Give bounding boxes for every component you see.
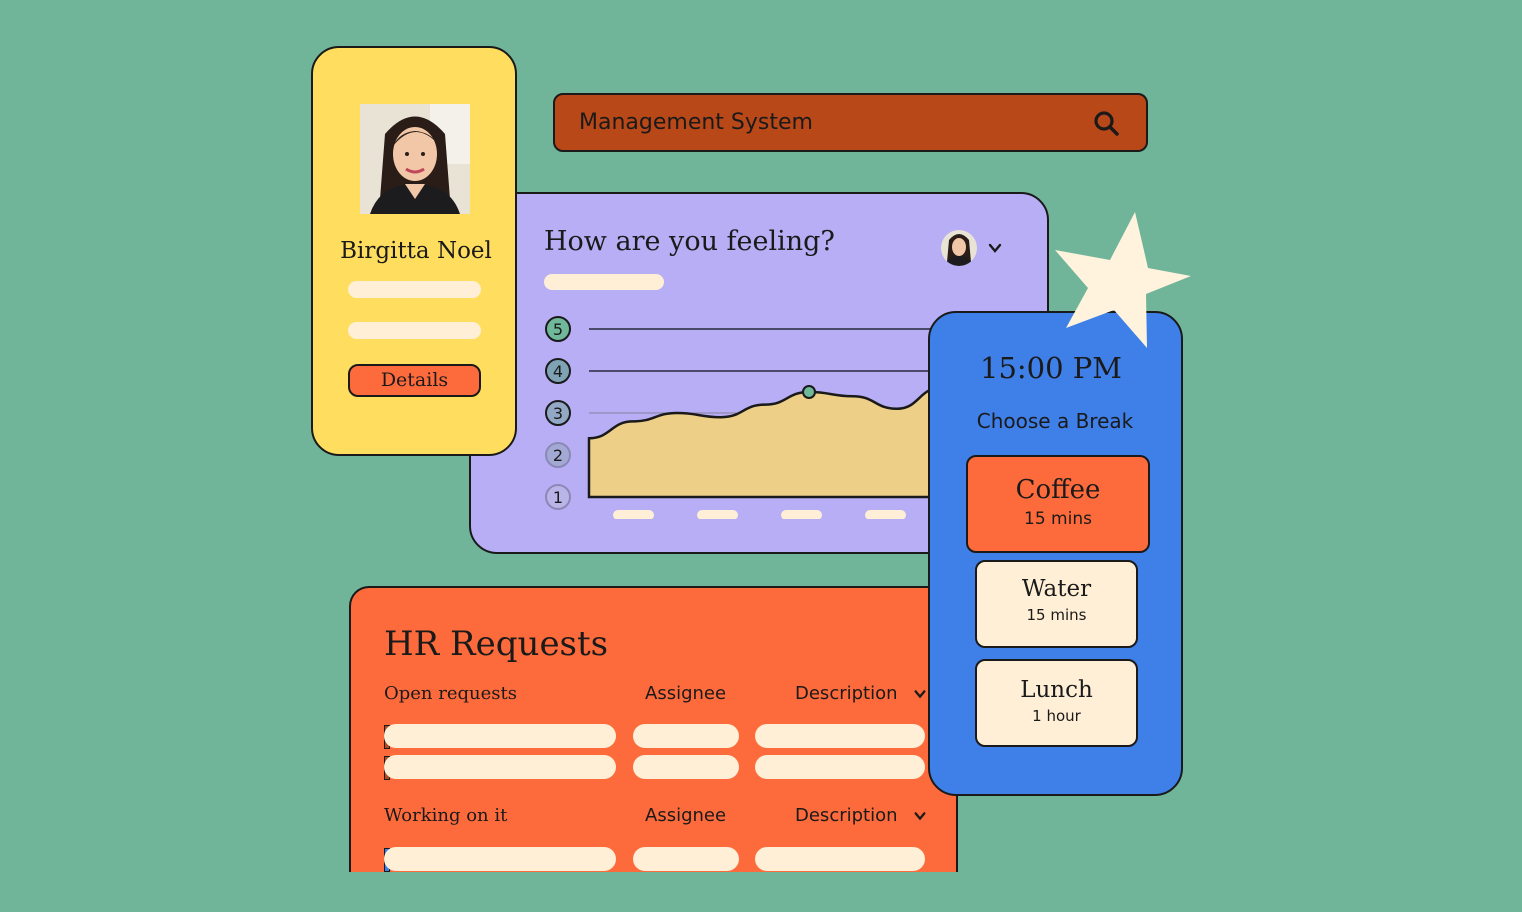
section-label-open: Open requests — [384, 683, 517, 704]
search-bar[interactable]: Management System — [553, 93, 1148, 152]
table-cell[interactable] — [633, 755, 739, 779]
avatar — [360, 104, 470, 214]
chevron-down-icon[interactable] — [913, 687, 927, 701]
break-option-title: Water — [1021, 576, 1092, 602]
chevron-down-icon[interactable] — [987, 240, 1003, 256]
profile-info-placeholder — [348, 281, 481, 298]
break-card: 15:00 PM Choose a Break Coffee 15 mins W… — [928, 311, 1183, 796]
table-row[interactable] — [384, 724, 616, 748]
scale-label: 4 — [553, 362, 563, 381]
profile-name: Birgitta Noel — [340, 238, 492, 264]
scale-label: 1 — [553, 488, 563, 507]
break-subtitle: Choose a Break — [976, 409, 1134, 433]
table-cell[interactable] — [755, 755, 925, 779]
table-row[interactable] — [384, 755, 616, 779]
x-tick-placeholder — [865, 510, 906, 519]
hr-requests-card: HR Requests Open requests Assignee Descr… — [349, 586, 958, 872]
scale-label: 3 — [553, 404, 563, 423]
x-tick-placeholder — [781, 510, 822, 519]
mood-area — [587, 386, 943, 499]
x-tick-placeholder — [697, 510, 738, 519]
column-header-assignee: Assignee — [645, 805, 727, 826]
mood-subtitle-placeholder — [544, 274, 664, 290]
break-option-lunch[interactable]: Lunch 1 hour — [975, 659, 1138, 747]
scale-label: 2 — [553, 446, 563, 465]
column-header-description-label: Description — [795, 805, 898, 826]
break-option-duration: 15 mins — [1024, 509, 1092, 529]
column-header-assignee: Assignee — [645, 683, 727, 704]
table-row[interactable] — [384, 847, 616, 871]
details-button[interactable]: Details — [348, 364, 481, 397]
scale-label: 5 — [553, 320, 563, 339]
break-option-coffee[interactable]: Coffee 15 mins — [966, 455, 1150, 553]
break-option-duration: 15 mins — [1026, 606, 1087, 624]
user-avatar[interactable] — [941, 230, 977, 266]
break-option-title: Lunch — [1020, 677, 1093, 703]
star-icon — [1055, 212, 1191, 348]
section-label-working: Working on it — [384, 805, 508, 826]
hr-title: HR Requests — [384, 624, 609, 664]
highlight-point — [802, 385, 816, 399]
column-header-description-label: Description — [795, 683, 898, 704]
chevron-down-icon[interactable] — [913, 809, 927, 823]
break-option-water[interactable]: Water 15 mins — [975, 560, 1138, 648]
break-time: 15:00 PM — [980, 351, 1122, 385]
profile-info-placeholder — [348, 322, 481, 339]
column-header-description[interactable]: Description — [795, 683, 927, 704]
x-tick-placeholder — [613, 510, 654, 519]
table-cell[interactable] — [633, 724, 739, 748]
table-cell[interactable] — [633, 847, 739, 871]
mood-title: How are you feeling? — [544, 226, 835, 257]
column-header-description[interactable]: Description — [795, 805, 927, 826]
search-input[interactable]: Management System — [579, 95, 813, 150]
table-cell[interactable] — [755, 847, 925, 871]
break-option-title: Coffee — [1015, 475, 1101, 505]
search-icon[interactable] — [1092, 109, 1120, 137]
table-cell[interactable] — [755, 724, 925, 748]
break-option-duration: 1 hour — [1032, 707, 1081, 725]
profile-card: Birgitta Noel Details — [311, 46, 517, 456]
